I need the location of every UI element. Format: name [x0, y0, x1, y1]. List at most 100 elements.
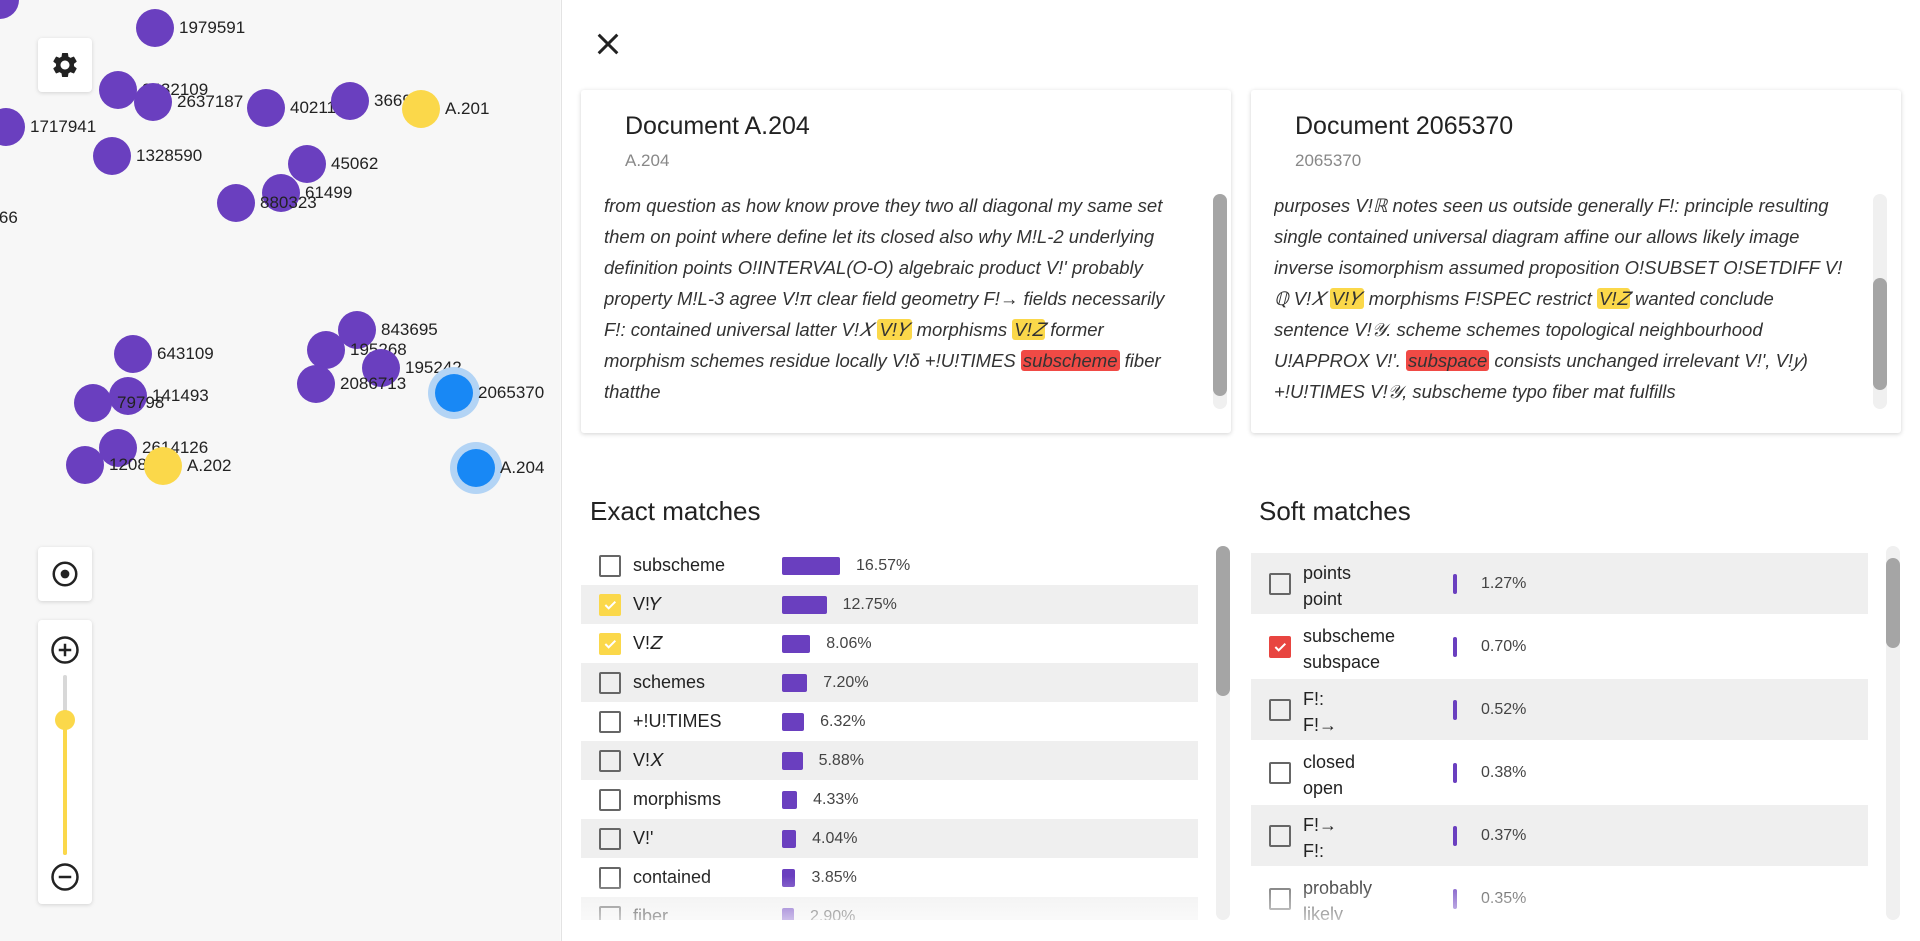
map-node-label: 1328590: [136, 146, 203, 165]
exact-match-row[interactable]: morphisms 4.33%: [581, 780, 1198, 819]
map-node[interactable]: [66, 446, 104, 484]
match-bar: [782, 790, 798, 809]
map-node[interactable]: [288, 145, 326, 183]
map-node[interactable]: [457, 449, 495, 487]
match-checkbox[interactable]: [1269, 572, 1291, 595]
document-title: Document A.204: [625, 112, 810, 140]
match-percentage: 1.27%: [1481, 574, 1527, 592]
match-term: F!:: [1303, 689, 1324, 709]
map-node[interactable]: [93, 137, 131, 175]
map-node[interactable]: [331, 82, 369, 120]
map-node[interactable]: [144, 447, 182, 485]
soft-match-row[interactable]: points point 1.27%: [1251, 553, 1868, 614]
map-node[interactable]: [74, 384, 112, 422]
match-percentage: 8.06%: [826, 634, 872, 652]
match-term: F!→: [1303, 815, 1337, 835]
match-term: subscheme: [1303, 626, 1396, 646]
map-node[interactable]: [217, 184, 255, 222]
match-percentage: 6.32%: [820, 712, 866, 730]
soft-matches-scrollbar[interactable]: [1886, 546, 1900, 920]
exact-match-row[interactable]: V!𝑋 5.88%: [581, 741, 1198, 780]
document-scrollbar[interactable]: [1213, 194, 1227, 409]
close-icon[interactable]: [592, 28, 624, 60]
document-id: A.204: [625, 151, 670, 170]
match-term-pair: points point: [1303, 560, 1351, 612]
match-bar: [1453, 888, 1457, 909]
map-node[interactable]: [307, 331, 345, 369]
map-node-label: A.202: [187, 456, 232, 475]
soft-matches-title: Soft matches: [1259, 496, 1411, 526]
match-checkbox[interactable]: [599, 866, 621, 889]
exact-match-row[interactable]: V!𝑌 12.75%: [581, 585, 1198, 624]
match-bar: [782, 751, 803, 770]
map-node-label: 880323: [260, 193, 317, 212]
scrollbar-thumb[interactable]: [1216, 546, 1230, 696]
soft-match-row[interactable]: probably likely 0.35%: [1251, 868, 1868, 920]
map-node[interactable]: [136, 9, 174, 47]
soft-match-row[interactable]: F!: F!→ 0.52%: [1251, 679, 1868, 740]
match-checkbox[interactable]: [599, 827, 621, 850]
map-node[interactable]: [435, 374, 473, 412]
match-checkbox[interactable]: [1269, 698, 1291, 721]
match-percentage: 4.04%: [812, 829, 858, 847]
map-node[interactable]: [0, 0, 19, 19]
match-bar: [782, 595, 827, 614]
match-term-pair: F!→ F!:: [1303, 812, 1337, 864]
zoom-control: [38, 620, 92, 904]
zoom-slider-fill: [63, 720, 67, 855]
exact-match-row[interactable]: fiber 2.90%: [581, 897, 1198, 920]
match-checkbox[interactable]: [1269, 887, 1291, 910]
match-bar: [1453, 573, 1457, 594]
exact-match-row[interactable]: +!U!TIMES 6.32%: [581, 702, 1198, 741]
match-percentage: 2.90%: [810, 907, 856, 921]
exact-matches-scrollbar[interactable]: [1216, 546, 1230, 920]
match-term: +!U!TIMES: [633, 711, 722, 731]
exact-match-row[interactable]: subscheme 16.57%: [581, 546, 1198, 585]
match-bar: [782, 712, 805, 731]
settings-button[interactable]: [38, 38, 92, 92]
match-bar: [782, 829, 797, 848]
match-checkbox[interactable]: [599, 788, 621, 811]
map-node-label: 2065370: [478, 383, 545, 402]
match-checkbox[interactable]: [1269, 761, 1291, 784]
map-node[interactable]: [114, 335, 152, 373]
zoom-in-icon[interactable]: [50, 635, 80, 665]
match-checkbox[interactable]: [599, 905, 621, 920]
soft-match-row[interactable]: subscheme subspace 0.70%: [1251, 616, 1868, 677]
match-checkbox[interactable]: [1269, 635, 1291, 658]
match-term: morphisms: [633, 789, 722, 809]
match-checkbox[interactable]: [599, 632, 621, 655]
match-checkbox[interactable]: [599, 554, 621, 577]
map-node[interactable]: [0, 108, 25, 146]
match-checkbox[interactable]: [599, 749, 621, 772]
scrollbar-thumb[interactable]: [1886, 558, 1900, 648]
match-checkbox[interactable]: [599, 710, 621, 733]
map-node[interactable]: [297, 365, 335, 403]
zoom-slider-track[interactable]: [55, 675, 75, 855]
zoom-out-icon[interactable]: [50, 862, 80, 892]
highlight-exact: V!𝑍: [1597, 288, 1630, 309]
map-node[interactable]: [247, 89, 285, 127]
document-scrollbar[interactable]: [1873, 194, 1887, 409]
exact-match-row[interactable]: schemes 7.20%: [581, 663, 1198, 702]
map-node-label: 5166: [0, 208, 18, 227]
match-term-pair: closed open: [1303, 749, 1355, 801]
match-checkbox[interactable]: [599, 671, 621, 694]
recenter-button[interactable]: [38, 547, 92, 601]
map-node[interactable]: [134, 83, 172, 121]
match-percentage: 0.38%: [1481, 763, 1527, 781]
scrollbar-thumb[interactable]: [1873, 278, 1887, 390]
map-node[interactable]: [402, 90, 440, 128]
map-node[interactable]: [99, 71, 137, 109]
exact-match-row[interactable]: V!' 4.04%: [581, 819, 1198, 858]
match-checkbox[interactable]: [1269, 824, 1291, 847]
document-card-left: Document A.204 A.204 from question as ho…: [581, 90, 1231, 433]
match-checkbox[interactable]: [599, 593, 621, 616]
match-term: V!𝑌: [633, 594, 663, 614]
soft-match-row[interactable]: closed open 0.38%: [1251, 742, 1868, 803]
zoom-slider-thumb[interactable]: [55, 710, 75, 730]
scrollbar-thumb[interactable]: [1213, 194, 1227, 396]
exact-match-row[interactable]: V!𝑍 8.06%: [581, 624, 1198, 663]
exact-match-row[interactable]: contained 3.85%: [581, 858, 1198, 897]
soft-match-row[interactable]: F!→ F!: 0.37%: [1251, 805, 1868, 866]
